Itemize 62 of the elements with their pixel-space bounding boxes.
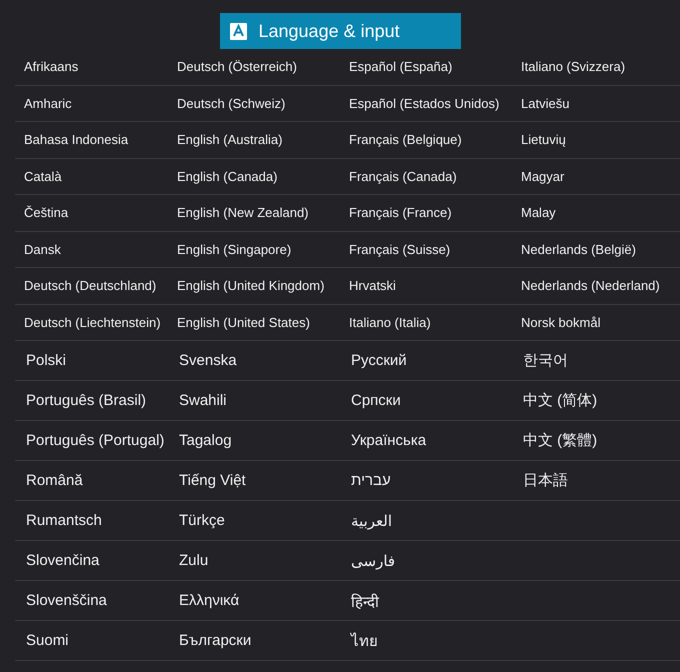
language-option[interactable]: 中文 (繁體) bbox=[523, 431, 598, 450]
language-option[interactable]: Zulu bbox=[179, 552, 208, 569]
language-option[interactable]: Svenska bbox=[179, 352, 237, 369]
language-option[interactable]: 日本語 bbox=[523, 471, 568, 490]
language-option[interactable]: Italiano (Svizzera) bbox=[521, 59, 626, 74]
language-option[interactable]: Português (Portugal) bbox=[26, 432, 164, 449]
letter-tile-icon bbox=[230, 22, 246, 40]
language-option[interactable]: Українська bbox=[351, 432, 426, 449]
language-option[interactable]: Deutsch (Deutschland) bbox=[24, 278, 156, 294]
language-option[interactable]: Bahasa Indonesia bbox=[24, 132, 128, 148]
language-option[interactable]: Afrikaans bbox=[24, 59, 78, 74]
language-option[interactable]: Magyar bbox=[521, 168, 564, 184]
language-option[interactable]: Norsk bokmål bbox=[521, 314, 600, 330]
language-option[interactable]: Español (Estados Unidos) bbox=[349, 96, 500, 111]
language-option[interactable]: Српски bbox=[351, 392, 401, 409]
language-option[interactable]: Türkçe bbox=[179, 512, 225, 529]
language-option[interactable]: Suomi bbox=[26, 632, 69, 649]
language-option[interactable]: Dansk bbox=[24, 242, 61, 257]
language-option[interactable]: Latviešu bbox=[521, 96, 570, 111]
language-option[interactable]: Swahili bbox=[179, 392, 227, 409]
language-option[interactable]: Lietuvių bbox=[521, 132, 566, 148]
language-option[interactable]: Français (Suisse) bbox=[349, 242, 450, 257]
language-option[interactable]: Français (Belgique) bbox=[349, 132, 462, 148]
language-option[interactable]: English (Singapore) bbox=[177, 242, 292, 257]
language-option[interactable]: Русский bbox=[351, 352, 407, 369]
language-option[interactable]: Français (France) bbox=[349, 205, 452, 220]
language-option[interactable]: Português (Brasil) bbox=[26, 392, 146, 409]
language-option[interactable]: Español (España) bbox=[349, 59, 452, 74]
language-option[interactable]: Deutsch (Schweiz) bbox=[177, 96, 286, 111]
language-option[interactable]: Français (Canada) bbox=[349, 168, 457, 184]
language-option[interactable]: Amharic bbox=[24, 96, 72, 111]
language-option[interactable]: Hrvatski bbox=[349, 278, 396, 294]
language-option[interactable]: Slovenščina bbox=[26, 592, 107, 609]
language-option[interactable]: Rumantsch bbox=[26, 512, 102, 529]
language-option[interactable]: Nederlands (Nederland) bbox=[521, 278, 660, 294]
language-option[interactable]: English (United Kingdom) bbox=[177, 278, 324, 294]
language-option[interactable]: English (Canada) bbox=[177, 168, 278, 184]
language-option[interactable]: Malay bbox=[521, 205, 556, 220]
language-option[interactable]: Tagalog bbox=[179, 432, 232, 449]
language-option[interactable]: हिन्दी bbox=[351, 590, 379, 610]
language-option[interactable]: Ελληνικά bbox=[179, 592, 240, 609]
language-option[interactable]: Slovenčina bbox=[26, 552, 100, 569]
language-option[interactable]: ไทย bbox=[351, 628, 378, 652]
language-option[interactable]: Deutsch (Liechtenstein) bbox=[24, 314, 161, 330]
language-option[interactable]: فارسی bbox=[351, 552, 396, 570]
language-option[interactable]: Nederlands (België) bbox=[521, 242, 636, 257]
language-option[interactable]: Italiano (Italia) bbox=[349, 314, 431, 330]
language-option[interactable]: Català bbox=[24, 168, 62, 184]
language-option[interactable]: English (Australia) bbox=[177, 132, 282, 148]
language-option[interactable]: עברית bbox=[351, 472, 391, 489]
language-option[interactable]: Polski bbox=[26, 352, 66, 369]
language-option[interactable]: English (United States) bbox=[177, 314, 310, 330]
language-option[interactable]: Deutsch (Österreich) bbox=[177, 59, 297, 74]
language-option[interactable]: Български bbox=[179, 632, 252, 649]
language-option[interactable]: العربية bbox=[351, 512, 392, 530]
language-and-input-header[interactable]: Language & input bbox=[220, 13, 460, 49]
language-option[interactable]: Čeština bbox=[24, 205, 68, 220]
language-option[interactable]: English (New Zealand) bbox=[177, 205, 309, 220]
language-option[interactable]: 中文 (简体) bbox=[523, 391, 598, 410]
language-option[interactable]: Română bbox=[26, 472, 83, 489]
language-option[interactable]: Tiếng Việt bbox=[179, 472, 246, 489]
language-option[interactable]: 한국어 bbox=[523, 351, 568, 370]
